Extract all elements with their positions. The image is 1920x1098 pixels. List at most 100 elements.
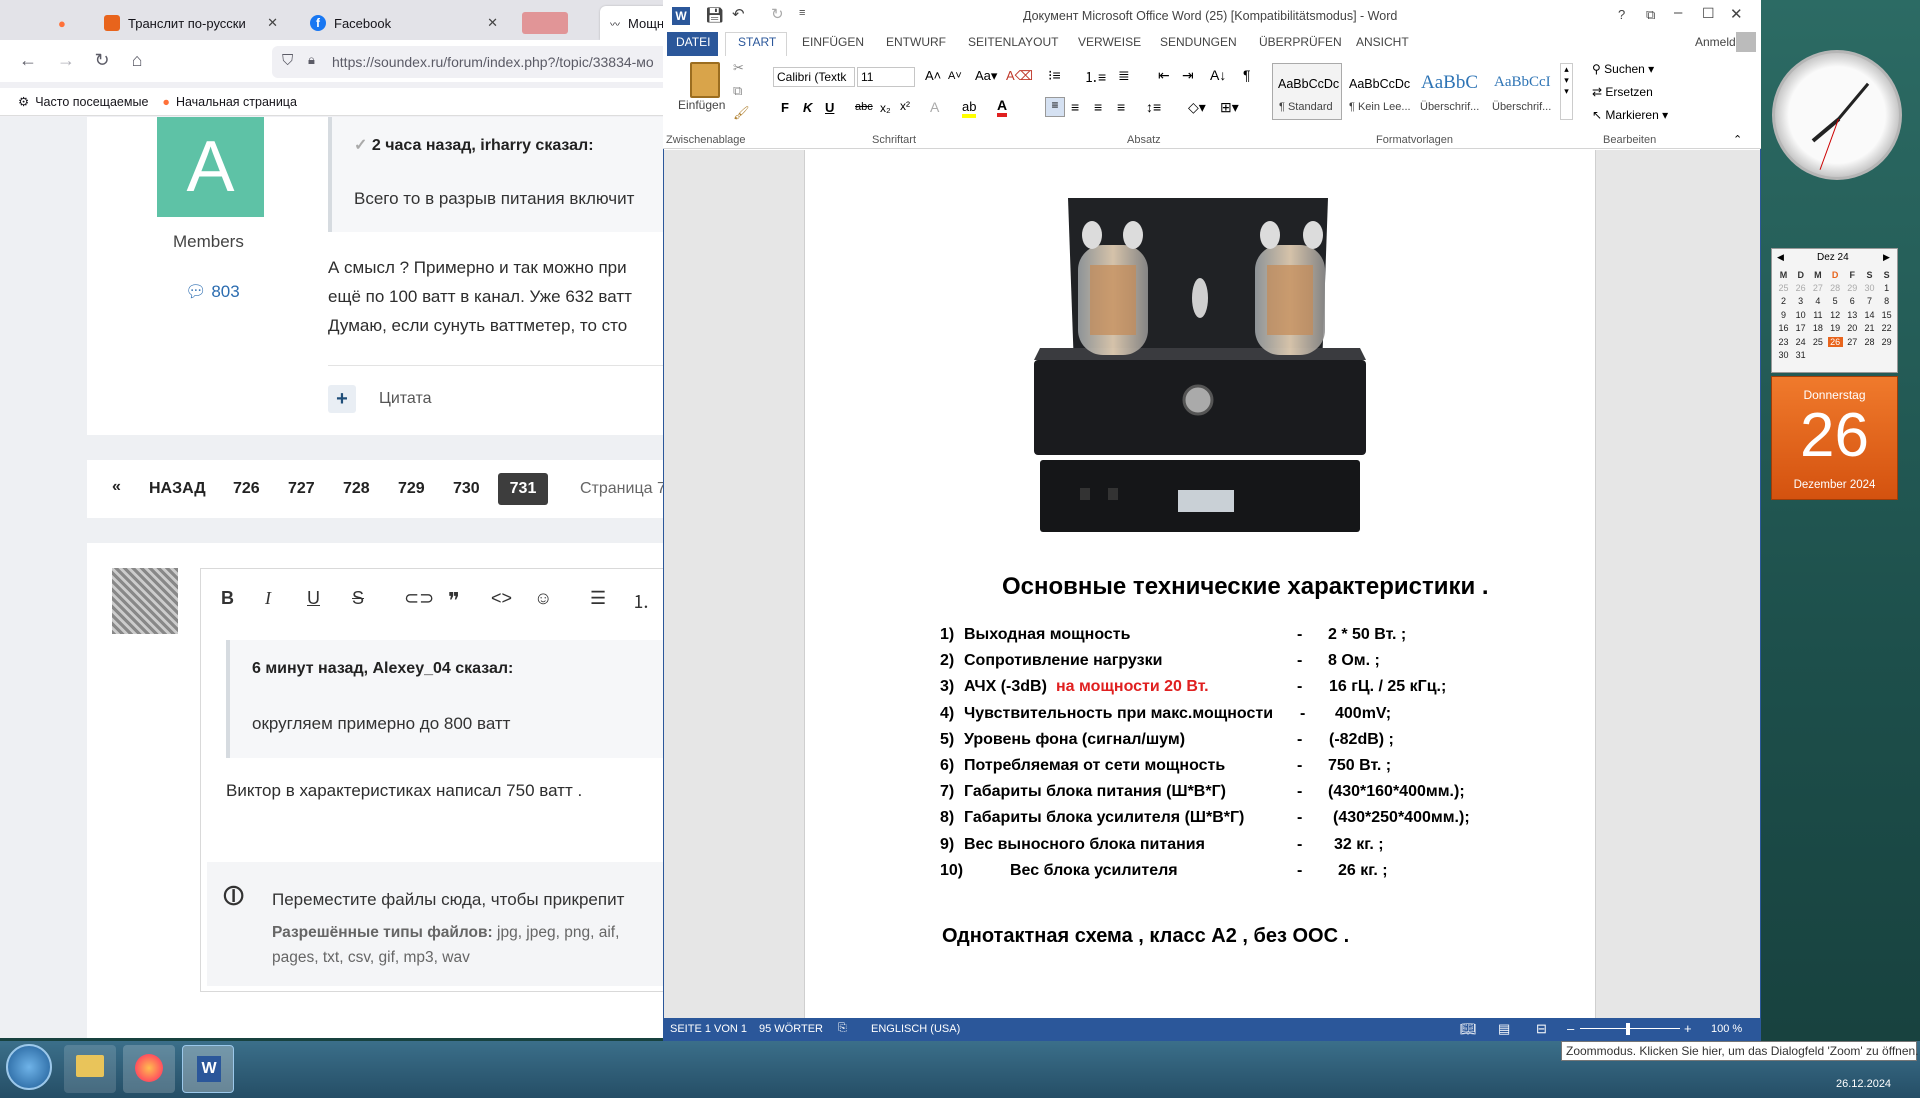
firefox-tab-0[interactable]: ● [48, 6, 78, 40]
find-button[interactable]: ⚲ Suchen ▾ [1592, 62, 1654, 76]
firefox-tab-translit[interactable]: Транслит по-русски ✕ [94, 6, 288, 40]
zoom-slider[interactable] [1580, 1028, 1680, 1029]
font-color-icon[interactable]: A [997, 97, 1008, 117]
tab-view[interactable]: ANSICHT [1356, 35, 1409, 49]
user-avatar[interactable] [112, 568, 178, 634]
maximize-icon[interactable]: ☐ [1702, 5, 1715, 22]
clear-format-icon[interactable]: A⌫ [1006, 68, 1033, 84]
decrease-indent-icon[interactable]: ⇤ [1158, 67, 1170, 84]
numbering-icon[interactable]: ⒈≡ [1084, 67, 1106, 87]
minimize-icon[interactable]: – [1674, 4, 1682, 21]
pagination-current[interactable]: 731 [498, 473, 548, 505]
pagination-page[interactable]: 729 [398, 480, 425, 498]
tab-start[interactable]: START [738, 35, 776, 49]
calendar-day[interactable]: 1 [1879, 283, 1894, 293]
line-spacing-icon[interactable]: ↕≡ [1146, 99, 1161, 115]
sort-icon[interactable]: A↓ [1210, 67, 1226, 83]
close-icon[interactable]: ✕ [267, 15, 278, 31]
align-left-icon[interactable]: ≡ [1045, 97, 1065, 117]
firefox-tab-3[interactable] [512, 6, 592, 40]
calendar-day[interactable]: 15 [1879, 310, 1894, 320]
tab-design[interactable]: ENTWURF [886, 35, 946, 49]
calendar-day[interactable]: 23 [1776, 337, 1791, 347]
reload-icon[interactable]: ↻ [90, 50, 114, 71]
prev-month-icon[interactable]: ◀ [1777, 252, 1784, 263]
shading-icon[interactable]: ◇▾ [1188, 99, 1206, 116]
paste-icon[interactable] [690, 62, 720, 98]
calendar-day[interactable]: 19 [1828, 323, 1843, 333]
user-account-icon[interactable] [1736, 32, 1756, 52]
home-icon[interactable]: ⌂ [125, 50, 149, 71]
back-icon[interactable]: ← [16, 50, 40, 71]
font-name-box[interactable]: Calibri (Textk [773, 67, 855, 87]
align-center-icon[interactable]: ≡ [1071, 99, 1079, 115]
quote-plus-icon[interactable]: + [328, 385, 356, 413]
calendar-day[interactable]: 20 [1845, 323, 1860, 333]
numbered-list-icon[interactable]: ⒈ [632, 588, 650, 614]
pagination-page[interactable]: 728 [343, 480, 370, 498]
close-icon[interactable]: ✕ [1730, 5, 1743, 23]
calendar-day[interactable]: 2 [1776, 296, 1791, 306]
pagination-page[interactable]: 726 [233, 480, 260, 498]
calendar-day[interactable]: 13 [1845, 310, 1860, 320]
zoom-in-icon[interactable]: + [1684, 1021, 1692, 1036]
format-painter-icon[interactable]: 🖌︎ [733, 105, 750, 121]
clock-gadget[interactable] [1772, 50, 1902, 180]
calendar-day[interactable]: 27 [1810, 283, 1825, 293]
underline-icon[interactable]: U [825, 100, 834, 115]
strikethrough-icon[interactable]: S [352, 588, 364, 609]
calendar-day[interactable]: 6 [1845, 296, 1860, 306]
print-layout-icon[interactable]: ▤ [1498, 1021, 1510, 1037]
tab-mailings[interactable]: SENDUNGEN [1160, 35, 1237, 49]
calendar-day[interactable]: 29 [1879, 337, 1894, 347]
redo-icon[interactable]: ↻ [771, 5, 784, 23]
calendar-day[interactable]: 27 [1845, 337, 1860, 347]
calendar-gadget[interactable]: ◀ Dez 24 ▶ M D M D F S S 25 26 27 28 29 30 1 2 3 4 5 6 7 8 9 1… [1771, 248, 1898, 500]
calendar-day[interactable]: 11 [1810, 310, 1825, 320]
increase-indent-icon[interactable]: ⇥ [1182, 67, 1194, 84]
calendar-day[interactable]: 3 [1793, 296, 1808, 306]
pagination-prev[interactable]: НАЗАД [149, 480, 206, 498]
styles-scroll[interactable]: ▴ ▾ ▾ [1560, 63, 1573, 120]
superscript-icon[interactable]: x² [900, 99, 910, 113]
borders-icon[interactable]: ⊞▾ [1220, 99, 1239, 116]
calendar-day[interactable]: 5 [1828, 296, 1843, 306]
code-icon[interactable]: <> [491, 588, 512, 609]
calendar-day[interactable]: 30 [1862, 283, 1877, 293]
calendar-day[interactable]: 21 [1862, 323, 1877, 333]
pagination-first-icon[interactable]: « [112, 478, 121, 496]
zoom-thumb[interactable] [1626, 1023, 1630, 1035]
status-language[interactable]: ENGLISCH (USA) [871, 1023, 960, 1035]
emoji-icon[interactable]: ☺ [534, 588, 552, 609]
pagination-page[interactable]: 730 [453, 480, 480, 498]
proofing-icon[interactable]: ⎘ [838, 1022, 847, 1035]
status-page[interactable]: SEITE 1 VON 1 [670, 1023, 747, 1035]
calendar-day[interactable]: 29 [1845, 283, 1860, 293]
grow-font-icon[interactable]: A˄ [925, 68, 941, 83]
calendar-day[interactable]: 25 [1776, 283, 1791, 293]
calendar-day[interactable]: 24 [1793, 337, 1808, 347]
save-icon[interactable]: 💾︎ [705, 6, 724, 24]
select-button[interactable]: ↖ Markieren ▾ [1592, 108, 1668, 122]
highlight-icon[interactable]: ab [962, 99, 977, 118]
link-icon[interactable]: ⊂⊃ [404, 588, 434, 609]
read-mode-icon[interactable]: 📖︎ [1460, 1021, 1477, 1037]
calendar-today[interactable]: 26 [1827, 336, 1843, 347]
strikethrough-icon[interactable]: abc [855, 101, 873, 113]
calendar-day[interactable]: 26 [1793, 283, 1808, 293]
calendar-day[interactable]: 4 [1810, 296, 1825, 306]
calendar-day[interactable]: 30 [1776, 350, 1791, 360]
bullets-icon[interactable]: ⁝≡ [1048, 67, 1061, 84]
calendar-day[interactable]: 10 [1793, 310, 1808, 320]
close-icon[interactable]: ✕ [487, 15, 498, 31]
tray-date[interactable]: 26.12.2024 [1836, 1078, 1891, 1090]
calendar-day[interactable]: 28 [1862, 337, 1877, 347]
post-count[interactable]: 💬︎ 803 [185, 282, 240, 302]
tab-insert[interactable]: EINFÜGEN [802, 35, 864, 49]
calendar-day[interactable]: 12 [1828, 310, 1843, 320]
tab-review[interactable]: ÜBERPRÜFEN [1259, 35, 1342, 49]
avatar[interactable]: A [157, 117, 264, 217]
tab-references[interactable]: VERWEISE [1078, 35, 1141, 49]
zoom-level[interactable]: 100 % [1711, 1023, 1742, 1035]
paste-button[interactable]: Einfügen [678, 98, 725, 112]
